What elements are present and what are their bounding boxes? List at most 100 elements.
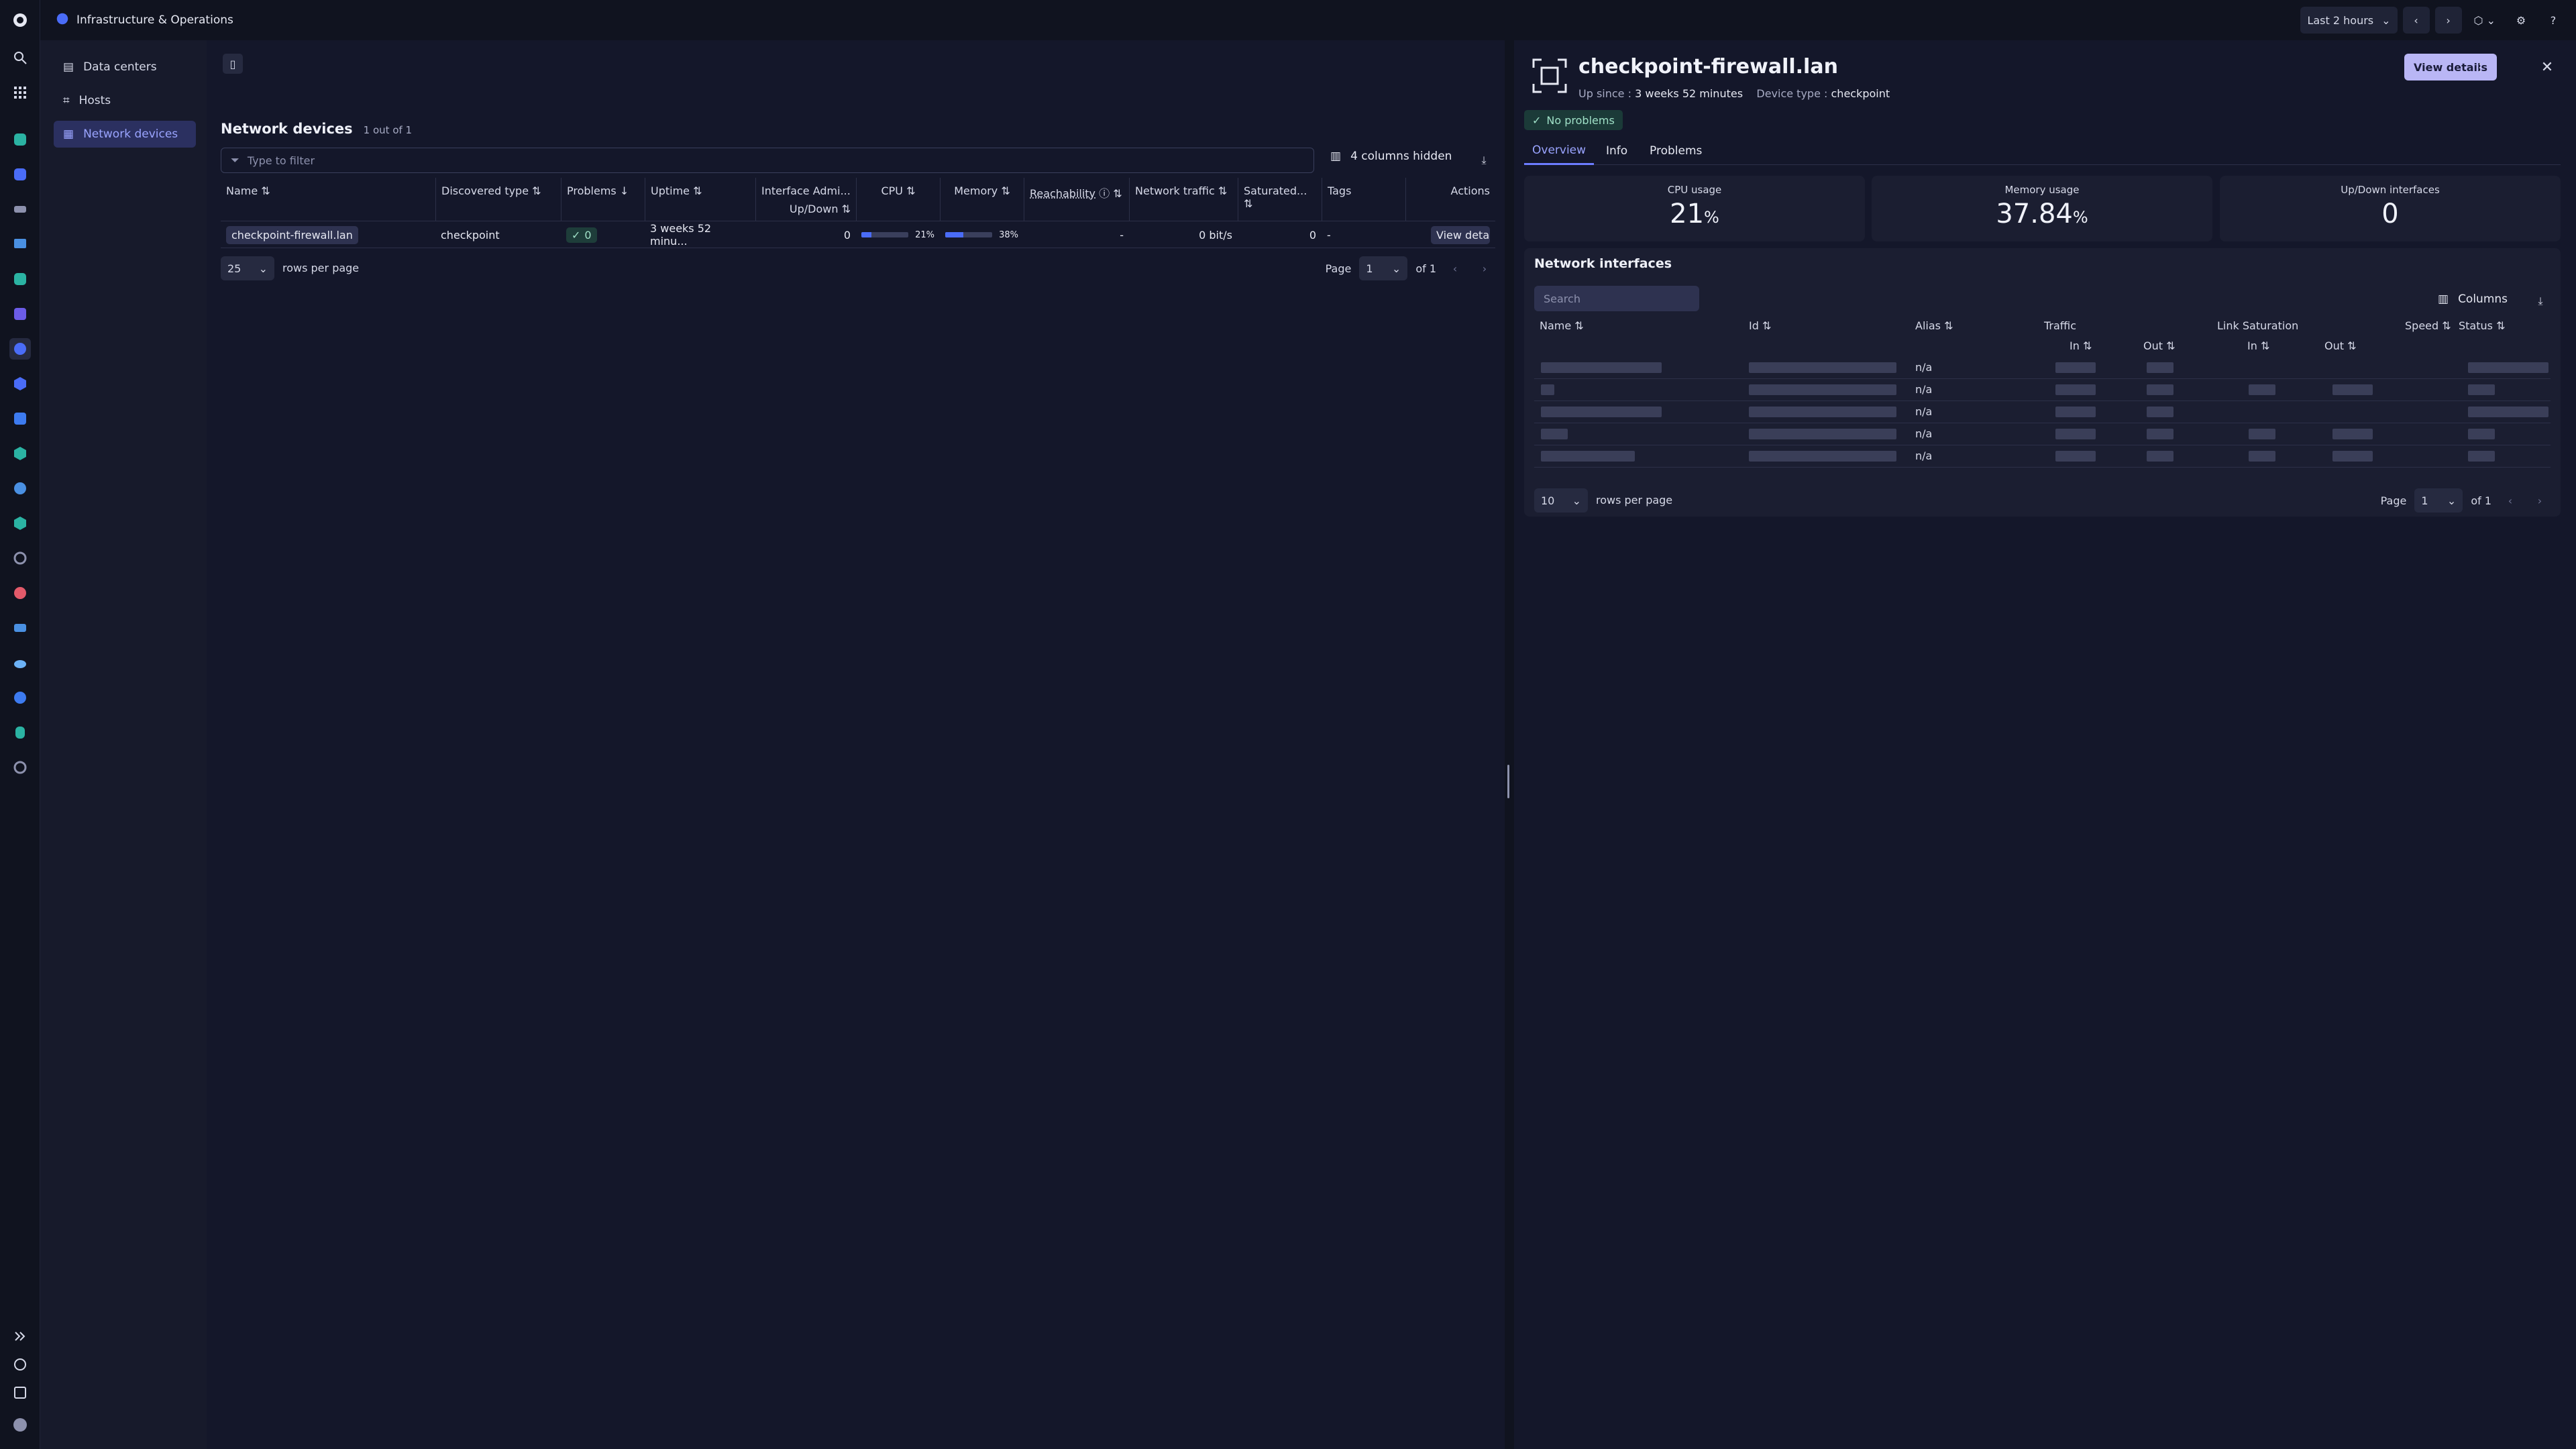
view-details-button[interactable]: View details [1431, 225, 1490, 244]
settings-app-icon[interactable] [9, 547, 31, 569]
app-icon-7[interactable] [9, 373, 31, 394]
column-header-discovered-type[interactable]: Discovered type ⇅ [435, 178, 561, 221]
cloud-app-icon[interactable] [9, 652, 31, 674]
app-icon-8[interactable] [9, 408, 31, 429]
table-row[interactable]: n/a [1534, 423, 2551, 445]
app-icon-11[interactable] [9, 513, 31, 534]
previous-page-button[interactable]: ‹ [1444, 258, 1466, 279]
app-icon-13[interactable] [9, 687, 31, 708]
download-button[interactable]: ⤓ [1473, 150, 1495, 171]
timeframe-previous-button[interactable]: ‹ [2402, 7, 2430, 34]
tab-problems[interactable]: Problems [1642, 137, 1710, 165]
columns-button[interactable]: ▥ Columns [2438, 292, 2508, 306]
column-header-speed[interactable]: Speed ⇅ [2400, 317, 2457, 335]
help-button[interactable]: ? [2540, 7, 2567, 34]
column-label: Name [226, 184, 258, 197]
column-header-alias[interactable]: Alias ⇅ [1910, 317, 1958, 335]
dynatrace-logo-icon[interactable] [9, 9, 31, 31]
column-header-network-traffic[interactable]: Network traffic ⇅ [1129, 178, 1238, 221]
page-select[interactable]: 1 ⌄ [2414, 488, 2463, 513]
problems-badge[interactable]: ✓ 0 [566, 227, 597, 243]
column-header-reachability[interactable]: Reachability ⓘ ⇅ [1024, 178, 1129, 221]
sidebar-item-hosts[interactable]: ⌗ Hosts [54, 87, 196, 114]
device-name-link[interactable]: checkpoint-firewall.lan [226, 225, 358, 244]
resize-grip[interactable] [1507, 765, 1509, 798]
metric-label: Memory usage [2004, 184, 2080, 196]
page-select[interactable]: 1 ⌄ [1359, 256, 1408, 280]
table-row[interactable]: checkpoint-firewall.lan checkpoint ✓ 0 3 … [221, 221, 1495, 248]
app-icon-2[interactable] [9, 164, 31, 185]
panel-resize-handle[interactable] [1505, 40, 1514, 1449]
more-options-button[interactable]: ⋮ [2467, 54, 2493, 80]
column-header-status[interactable]: Status ⇅ [2453, 317, 2510, 335]
app-icon-3[interactable] [9, 199, 31, 220]
app-icon-6[interactable] [9, 303, 31, 325]
tab-overview[interactable]: Overview [1524, 137, 1595, 165]
download-button[interactable]: ⤓ [2530, 291, 2551, 311]
breadcrumb[interactable]: Infrastructure & Operations [55, 11, 233, 30]
app-icon-4[interactable] [9, 233, 31, 255]
previous-page-button[interactable]: ‹ [2500, 490, 2521, 511]
database-app-icon[interactable] [9, 722, 31, 743]
info-icon[interactable]: ⓘ [1099, 187, 1110, 200]
column-header-traffic-out[interactable]: Out ⇅ [2138, 337, 2181, 355]
rows-per-page-select[interactable]: 10 ⌄ [1534, 488, 1588, 513]
sidebar-item-data-centers[interactable]: ▤ Data centers [54, 54, 196, 80]
cell-reachability: - [1120, 228, 1124, 241]
page-total: of 1 [1415, 262, 1436, 275]
timeframe-next-button[interactable]: › [2434, 7, 2462, 34]
column-header-tags[interactable]: Tags [1322, 178, 1405, 221]
redacted-name [1541, 407, 1662, 417]
redacted-traffic-in [2055, 451, 2096, 462]
user-avatar[interactable] [9, 1414, 31, 1436]
next-page-button[interactable]: › [2529, 490, 2551, 511]
table-row[interactable]: n/a [1534, 357, 2551, 379]
notifications-icon[interactable] [9, 1382, 31, 1403]
metric-value: 0 [2220, 199, 2561, 229]
app-icon-10[interactable] [9, 478, 31, 499]
timeframe-selector[interactable]: Last 2 hours ⌄ [2300, 7, 2398, 34]
column-label: Memory [954, 184, 998, 197]
apps-grid-icon[interactable] [9, 82, 31, 103]
column-header-interface-admin[interactable]: Interface Admi... Up/Down ⇅ [755, 178, 856, 221]
column-header-memory[interactable]: Memory ⇅ [940, 178, 1024, 221]
column-header-traffic-in[interactable]: In ⇅ [2064, 337, 2097, 355]
app-icon-5[interactable] [9, 268, 31, 290]
hidden-columns-button[interactable]: ▥ 4 columns hidden [1330, 150, 1452, 163]
table-row[interactable]: n/a [1534, 401, 2551, 423]
app-icon-12[interactable] [9, 617, 31, 639]
column-header-problems[interactable]: Problems ↓ [561, 178, 645, 221]
redacted-id [1749, 362, 1896, 373]
column-header-saturation-in[interactable]: In ⇅ [2242, 337, 2275, 355]
expand-rail-icon[interactable] [9, 1326, 31, 1347]
alert-app-icon[interactable] [9, 582, 31, 604]
table-row[interactable]: n/a [1534, 379, 2551, 401]
column-header-name[interactable]: Name ⇅ [1534, 317, 1589, 335]
interfaces-search-input[interactable]: Search [1534, 286, 1699, 311]
toggle-sidebar-button[interactable]: ▯ [223, 54, 243, 74]
app-icon-14[interactable] [9, 757, 31, 778]
top-bar: Infrastructure & Operations Last 2 hours… [40, 0, 2576, 40]
help-center-icon[interactable] [9, 1354, 31, 1375]
column-header-saturation-out[interactable]: Out ⇅ [2319, 337, 2362, 355]
memory-bar [945, 232, 993, 237]
filter-input[interactable]: ⏷ Type to filter [221, 148, 1314, 173]
next-page-button[interactable]: › [1474, 258, 1495, 279]
column-header-saturated[interactable]: Saturated... ⇅ [1238, 178, 1322, 221]
tab-info[interactable]: Info [1598, 137, 1635, 165]
segments-button[interactable]: ⬡ ⌄ [2467, 7, 2502, 34]
search-icon[interactable] [9, 47, 31, 68]
settings-button[interactable]: ⚙ [2508, 7, 2534, 34]
app-icon-9[interactable] [9, 443, 31, 464]
app-icon-1[interactable] [9, 129, 31, 150]
table-row[interactable]: n/a [1534, 445, 2551, 468]
column-header-name[interactable]: Name ⇅ [221, 178, 435, 221]
column-header-cpu[interactable]: CPU ⇅ [856, 178, 940, 221]
rows-per-page-select[interactable]: 25 ⌄ [221, 256, 274, 280]
column-header-uptime[interactable]: Uptime ⇅ [645, 178, 755, 221]
column-label: Out [2324, 339, 2345, 352]
close-panel-button[interactable]: ✕ [2534, 54, 2561, 80]
sidebar-item-network-devices[interactable]: ▦ Network devices [54, 121, 196, 148]
column-header-id[interactable]: Id ⇅ [1743, 317, 1776, 335]
infrastructure-app-icon[interactable] [9, 338, 31, 360]
